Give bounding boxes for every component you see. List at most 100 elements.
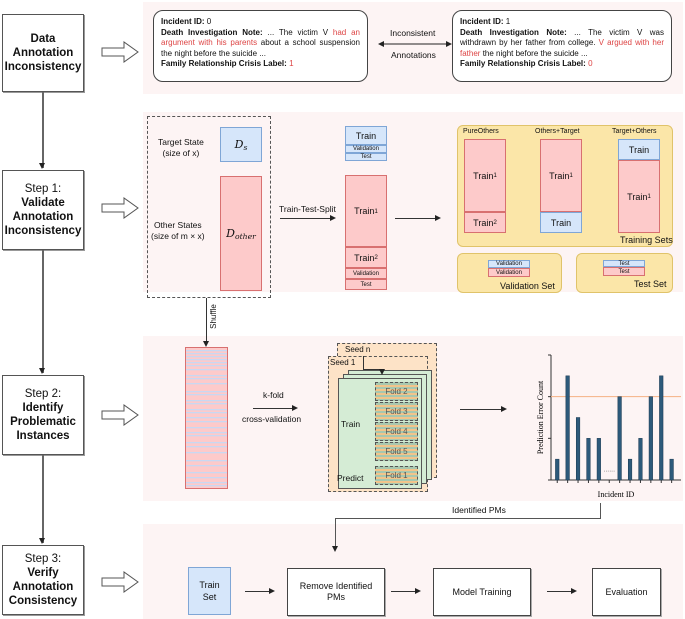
target-split-test: Test bbox=[345, 153, 387, 161]
target-split-train: Train bbox=[345, 126, 387, 145]
other-split-test: Test bbox=[345, 279, 387, 290]
shuffled-stripe bbox=[186, 412, 227, 414]
bar bbox=[586, 438, 591, 481]
shuffled-stripe bbox=[186, 350, 227, 352]
test-other: Test bbox=[603, 267, 645, 276]
fold-train: Fold 4 bbox=[375, 422, 418, 441]
arrow-line bbox=[391, 591, 415, 593]
arrow-line bbox=[280, 218, 330, 220]
shuffled-stripe bbox=[186, 359, 227, 361]
model-training-box: Model Training bbox=[433, 568, 531, 616]
arrowhead bbox=[330, 215, 336, 221]
connector-line bbox=[42, 250, 44, 373]
bar bbox=[575, 417, 581, 481]
column-title: Others+Target bbox=[535, 128, 580, 135]
arrow-line bbox=[460, 409, 502, 411]
shuffled-stripe bbox=[186, 427, 227, 429]
seed-connector bbox=[363, 356, 364, 370]
pureothers-train1: Train 1 bbox=[464, 139, 506, 212]
annotations-label: Annotations bbox=[391, 50, 436, 60]
fold-train: Fold 2 bbox=[375, 382, 418, 401]
shuffled-stripe bbox=[186, 472, 227, 474]
shuffled-stripe bbox=[186, 465, 227, 467]
shuffled-stripe bbox=[186, 442, 227, 444]
other-states-box: Dother bbox=[220, 176, 262, 291]
shuffled-stripe bbox=[186, 365, 227, 367]
hollow-arrow-icon bbox=[101, 571, 139, 593]
arrowhead bbox=[292, 405, 298, 411]
shuffled-stripe bbox=[186, 435, 227, 437]
other-split-validation: Validation bbox=[345, 268, 387, 279]
arrowhead bbox=[39, 163, 45, 169]
connector-line bbox=[42, 455, 44, 543]
gap-marker: ...... bbox=[603, 467, 615, 474]
train-set-box: Train Set bbox=[188, 567, 231, 615]
bar bbox=[659, 375, 664, 481]
arrowhead bbox=[501, 406, 507, 412]
shuffled-stripe bbox=[186, 394, 227, 396]
train-label: Train bbox=[341, 419, 361, 429]
bar bbox=[596, 438, 601, 481]
step-box-step2: Step 2: Identify Problematic Instances bbox=[2, 375, 84, 455]
shuffled-dataset bbox=[185, 347, 228, 489]
train-test-split-label: Train-Test-Split bbox=[279, 204, 336, 214]
arrowhead bbox=[269, 588, 275, 594]
shuffled-stripe bbox=[186, 375, 227, 377]
remove-pms-box: Remove Identified PMs bbox=[287, 568, 385, 616]
bar bbox=[565, 375, 570, 481]
arrowhead bbox=[332, 546, 338, 552]
pureothers-train2: Train 2 bbox=[464, 212, 506, 233]
step-box-step1: Step 1: Validate Annotation Inconsistenc… bbox=[2, 170, 84, 250]
shuffled-stripe bbox=[186, 417, 227, 419]
otherstarget-train1: Train 1 bbox=[540, 139, 582, 212]
arrowhead bbox=[415, 588, 421, 594]
shuffled-stripe bbox=[186, 482, 227, 484]
bar bbox=[669, 458, 674, 481]
target-state-label: Target State (size of x) bbox=[158, 137, 204, 158]
shuffled-stripe bbox=[186, 460, 227, 462]
inconsistent-label: Inconsistent bbox=[390, 28, 436, 38]
other-split-train1: Train 1 bbox=[345, 175, 387, 247]
arrowhead bbox=[379, 369, 385, 375]
pms-line bbox=[335, 518, 601, 520]
seed-n-label: Seed n bbox=[345, 345, 371, 354]
identified-pms-label: Identified PMs bbox=[452, 505, 506, 515]
shuffled-stripe bbox=[186, 477, 227, 479]
arrowhead bbox=[571, 588, 577, 594]
connector-line bbox=[42, 92, 44, 168]
hollow-arrow-icon bbox=[101, 41, 139, 63]
shuffle-label: Shuffle bbox=[208, 304, 218, 329]
step-box-data-annotation: Data Annotation Inconsistency bbox=[2, 14, 84, 92]
shuffled-stripe bbox=[186, 391, 227, 393]
seed-1-label: Seed 1 bbox=[330, 358, 356, 367]
shuffled-stripe bbox=[186, 409, 227, 411]
other-split-train2: Train 2 bbox=[345, 247, 387, 268]
double-arrow-icon bbox=[378, 41, 452, 47]
shuffled-stripe bbox=[186, 403, 227, 405]
incident-note-0: Incident ID: 0 Death Investigation Note:… bbox=[153, 10, 368, 82]
shuffled-stripe bbox=[186, 356, 227, 358]
cross-validation-label: cross-validation bbox=[242, 414, 302, 424]
arrowhead bbox=[39, 368, 45, 374]
fold-predict: Fold 1 bbox=[375, 466, 418, 485]
validation-other: Validation bbox=[488, 268, 530, 277]
step-box-step3: Step 3: Verify Annotation Consistency bbox=[2, 545, 84, 615]
y-axis-label: Prediction Error Count bbox=[536, 380, 545, 454]
shuffled-stripe bbox=[186, 383, 227, 385]
hollow-arrow-icon bbox=[101, 197, 139, 219]
pms-line bbox=[335, 518, 337, 548]
shuffled-stripe bbox=[186, 369, 227, 371]
shuffled-stripe bbox=[186, 400, 227, 402]
arrow-line bbox=[245, 591, 269, 593]
shuffled-stripe bbox=[186, 432, 227, 434]
targetothers-train1: Train 1 bbox=[618, 160, 660, 233]
predict-label: Predict bbox=[337, 473, 364, 483]
arrowhead bbox=[39, 538, 45, 544]
other-states-label: Other States (size of m × x) bbox=[151, 220, 205, 241]
target-state-box: Ds bbox=[220, 127, 262, 162]
x-axis-label: Incident ID bbox=[598, 490, 635, 499]
kfold-label: k-fold bbox=[263, 390, 284, 400]
otherstarget-train: Train bbox=[540, 212, 582, 233]
validation-set-title: Validation Set bbox=[500, 281, 555, 291]
shuffled-stripe bbox=[186, 362, 227, 364]
